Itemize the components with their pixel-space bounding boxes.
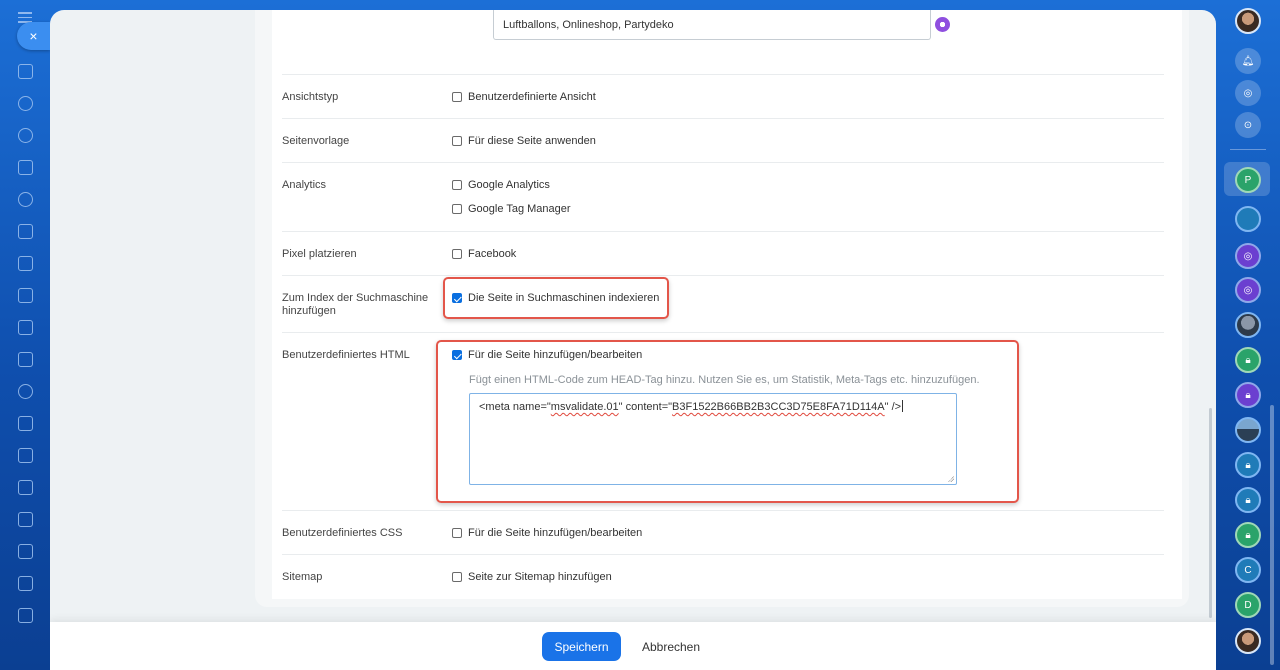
checkbox-label[interactable]: Für die Seite hinzufügen/bearbeiten — [468, 527, 642, 539]
row-custom-css: Benutzerdefiniertes CSS Für die Seite hi… — [282, 510, 1164, 554]
avatar-initial: C — [1244, 564, 1252, 576]
chat-avatar-p[interactable]: P — [1235, 167, 1261, 193]
checkbox-label[interactable]: Google Tag Manager — [468, 203, 571, 215]
cancel-button[interactable]: Abbrechen — [634, 632, 708, 661]
row-search-index: Zum Index der Suchmaschine hinzufügen Di… — [282, 275, 1164, 332]
checkbox-line[interactable]: Für die Seite hinzufügen/bearbeiten — [452, 527, 642, 539]
chat-avatar-person[interactable] — [1235, 312, 1261, 338]
chat-icon[interactable] — [18, 192, 33, 207]
copilot-chat-icon[interactable]: ◎ — [1235, 243, 1261, 269]
row-label: Benutzerdefiniertes CSS — [282, 527, 403, 539]
checkbox-line[interactable]: Seite zur Sitemap hinzufügen — [452, 571, 612, 583]
footer-bar: Speichern Abbrechen — [50, 622, 1216, 670]
save-button[interactable]: Speichern — [542, 632, 621, 661]
right-sidebar: 🔔︎ ◎ ⊙ P ◎ ◎ 🔒︎ 🔒︎ 🔒︎ 🔒︎ 🔒︎ C D — [1216, 0, 1280, 670]
panel-scrollbar[interactable] — [1209, 408, 1212, 618]
mail-icon[interactable] — [18, 352, 33, 367]
feed-icon[interactable] — [18, 128, 33, 143]
row-label: Ansichtstyp — [282, 91, 339, 103]
sign-icon[interactable] — [18, 416, 33, 431]
chat-avatar-c[interactable]: C — [1235, 557, 1261, 583]
copilot-icon[interactable]: ◎ — [1235, 80, 1261, 106]
settings-slider-panel: Luftballons, Onlineshop, Partydeko Ansic… — [50, 10, 1216, 670]
checkbox[interactable] — [452, 572, 462, 582]
checkbox-label[interactable]: Für diese Seite anwenden — [468, 135, 596, 147]
shop-icon[interactable] — [18, 544, 33, 559]
chat-avatar-landscape[interactable] — [1235, 417, 1261, 443]
checkbox-label[interactable]: Benutzerdefinierte Ansicht — [468, 91, 596, 103]
divider — [1230, 149, 1266, 150]
copilot-icon[interactable] — [935, 17, 950, 32]
checkbox-line-google-tag-manager[interactable]: Google Tag Manager — [452, 203, 571, 215]
settings-card: Luftballons, Onlineshop, Partydeko Ansic… — [255, 10, 1189, 607]
close-icon: × — [29, 28, 38, 44]
checkbox-label[interactable]: Google Analytics — [468, 179, 550, 191]
row-label: Benutzerdefiniertes HTML — [282, 349, 410, 361]
lock-chat-icon-5[interactable]: 🔒︎ — [1235, 522, 1261, 548]
keywords-value: Luftballons, Onlineshop, Partydeko — [503, 19, 674, 31]
checkbox[interactable] — [452, 92, 462, 102]
lock-chat-icon-3[interactable]: 🔒︎ — [1235, 452, 1261, 478]
row-label: Analytics — [282, 179, 327, 191]
user-avatar[interactable] — [1235, 8, 1261, 34]
database-icon[interactable] — [18, 512, 33, 527]
lock-chat-icon-4[interactable]: 🔒︎ — [1235, 487, 1261, 513]
calendar-icon[interactable] — [18, 224, 33, 239]
avatar-initial: P — [1244, 174, 1252, 186]
row-sitemap: Sitemap Seite zur Sitemap hinzufügen — [282, 554, 1164, 598]
crm-icon[interactable] — [18, 288, 33, 303]
row-label: Sitemap — [282, 571, 323, 583]
checkbox-label[interactable]: Seite zur Sitemap hinzufügen — [468, 571, 612, 583]
chat-avatar-person-2[interactable] — [1235, 628, 1261, 654]
home-icon[interactable] — [18, 64, 33, 79]
row-label: Pixel platzieren — [282, 248, 357, 260]
row-label: Zum Index der Suchmaschine hinzufügen — [282, 292, 429, 317]
contact-center-icon[interactable] — [18, 480, 33, 495]
bell-icon[interactable]: 🔔︎ — [1235, 48, 1261, 74]
checkbox[interactable] — [452, 249, 462, 259]
chat-avatar-d[interactable]: D — [1235, 592, 1261, 618]
checkbox-line-google-analytics[interactable]: Google Analytics — [452, 179, 550, 191]
chat-avatar-group[interactable] — [1235, 206, 1261, 232]
highlight-frame — [443, 277, 669, 319]
row-label: Seitenvorlage — [282, 135, 350, 147]
close-slider-button[interactable]: × — [17, 22, 50, 50]
copilot-icon[interactable] — [18, 96, 33, 111]
checkbox[interactable] — [452, 180, 462, 190]
checkbox-line[interactable]: Facebook — [452, 248, 516, 260]
checkbox[interactable] — [452, 528, 462, 538]
lock-chat-icon-2[interactable]: 🔒︎ — [1235, 382, 1261, 408]
sites-icon[interactable] — [18, 384, 33, 399]
left-sidebar: × — [0, 0, 50, 670]
highlight-frame — [436, 340, 1019, 503]
menu-icon[interactable] — [18, 12, 32, 23]
checkbox-icon[interactable] — [18, 320, 33, 335]
avatar-initial: D — [1244, 599, 1252, 611]
document-icon[interactable] — [18, 576, 33, 591]
checkbox-line[interactable]: Benutzerdefinierte Ansicht — [452, 91, 596, 103]
row-analytics: Analytics Google Analytics Google Tag Ma… — [282, 162, 1164, 231]
copilot-chat-icon-2[interactable]: ◎ — [1235, 277, 1261, 303]
lock-chat-icon[interactable]: 🔒︎ — [1235, 347, 1261, 373]
row-ansichtstyp: Ansichtstyp Benutzerdefinierte Ansicht — [282, 74, 1164, 118]
tasks-icon[interactable] — [18, 160, 33, 175]
row-seitenvorlage: Seitenvorlage Für diese Seite anwenden — [282, 118, 1164, 162]
checkbox-label[interactable]: Facebook — [468, 248, 516, 260]
more-icon[interactable] — [18, 608, 33, 623]
marketing-icon[interactable] — [18, 448, 33, 463]
keywords-input[interactable]: Luftballons, Onlineshop, Partydeko — [493, 10, 931, 40]
checkbox[interactable] — [452, 136, 462, 146]
scrollbar[interactable] — [1270, 405, 1274, 665]
drive-icon[interactable] — [18, 256, 33, 271]
checkbox[interactable] — [452, 204, 462, 214]
search-chat-icon[interactable]: ⊙ — [1235, 112, 1261, 138]
row-pixel: Pixel platzieren Facebook — [282, 231, 1164, 275]
checkbox-line[interactable]: Für diese Seite anwenden — [452, 135, 596, 147]
settings-form: Luftballons, Onlineshop, Partydeko Ansic… — [272, 10, 1182, 599]
